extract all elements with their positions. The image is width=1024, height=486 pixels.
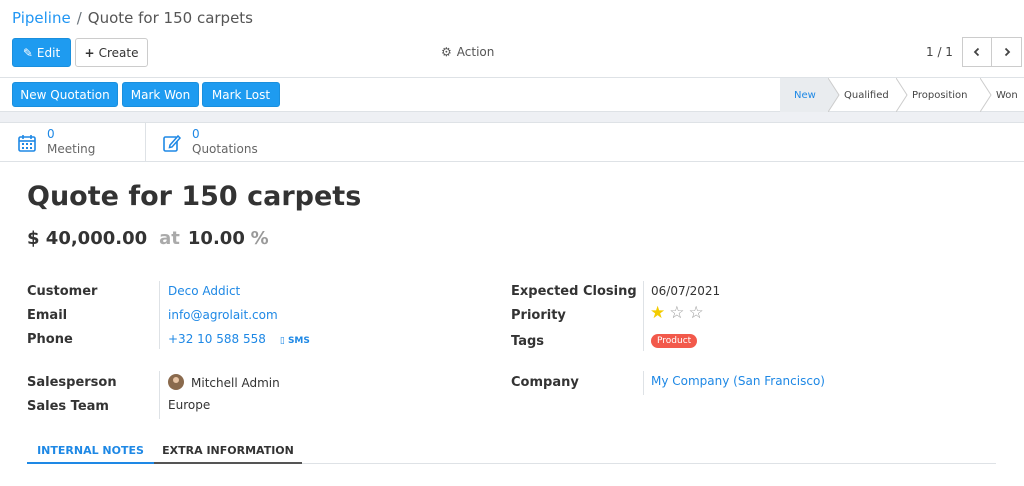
stage-proposition-label: Proposition [912,89,968,101]
customer-label: Customer [27,284,98,299]
notebook-tabs: INTERNAL NOTES EXTRA INFORMATION [27,438,996,464]
stage-qualified-label: Qualified [844,89,889,101]
pencil-icon: ✎ [22,45,33,60]
opportunity-title[interactable]: Quote for 150 carpets [27,181,361,212]
stage-new[interactable]: New [780,78,840,112]
breadcrumb: Pipeline / Quote for 150 carpets [12,9,253,27]
chevron-left-icon [973,47,980,57]
expected-revenue-value[interactable]: $ 40,000.00 [27,228,147,249]
company-label: Company [511,375,579,390]
plus-icon: + [84,45,95,60]
quotations-label: Quotations [192,141,258,156]
field-divider [643,371,644,395]
breadcrumb-pipeline-link[interactable]: Pipeline [12,9,71,27]
pager-buttons [962,37,1022,67]
salesperson-value: Mitchell Admin [191,376,280,390]
sms-button[interactable]: ▯ SMS [280,336,310,346]
action-label: Action [456,45,495,59]
expected-closing-label: Expected Closing [511,284,637,299]
meeting-count: 0 [47,126,55,141]
percent-sign: % [250,228,269,249]
form-sheet: Quote for 150 carpets $ 40,000.00 at 10.00… [0,162,1024,484]
edit-button-label: Edit [36,45,61,60]
field-divider [159,281,160,349]
star-filled-icon[interactable]: ★ [650,305,665,322]
breadcrumb-separator: / [76,9,82,27]
mobile-icon: ▯ [279,336,288,346]
sms-label: SMS [287,336,310,346]
tag-badge[interactable]: Product [651,334,698,348]
stage-arrow-icon [896,78,908,112]
probability-value[interactable]: 10.00 [188,228,245,249]
at-label: at [159,228,180,249]
pager-next-button[interactable] [992,37,1022,67]
calendar-icon [18,134,36,152]
phone-label: Phone [27,332,73,347]
quotations-count: 0 [192,126,200,141]
stage-proposition[interactable]: Proposition [896,78,992,112]
priority-label: Priority [511,308,566,323]
mark-lost-button[interactable]: Mark Lost [202,82,280,107]
form-divider-band [0,112,1024,123]
chevron-right-icon [1004,47,1010,57]
create-button-label: Create [98,45,139,60]
gear-icon: ⚙ [441,45,452,59]
create-button[interactable]: + Create [75,38,148,67]
meeting-smart-button[interactable]: 0 Meeting [0,123,146,162]
tab-extra-information[interactable]: EXTRA INFORMATION [154,438,302,464]
stage-arrow-icon [980,78,992,112]
quotations-smart-button[interactable]: 0 Quotations [146,123,292,162]
control-panel: Pipeline / Quote for 150 carpets ✎ Edit + Cr… [0,0,1024,78]
tab-internal-notes[interactable]: INTERNAL NOTES [27,438,154,464]
phone-row: +32 10 588 558 ▯ SMS [168,332,310,346]
form-statusbar: New Quotation Mark Won Mark Lost New Qua… [0,78,1024,112]
stage-new-label: New [794,89,816,101]
mark-won-button[interactable]: Mark Won [122,82,199,107]
tags-label: Tags [511,334,545,349]
expected-closing-field[interactable]: 06/07/2021 [651,284,720,298]
pager-previous-button[interactable] [962,37,992,67]
meeting-label: Meeting [47,141,96,156]
email-label: Email [27,308,68,323]
salesperson-label: Salesperson [27,375,117,390]
new-quotation-button[interactable]: New Quotation [12,82,118,107]
avatar [168,374,184,390]
customer-field[interactable]: Deco Addict [168,284,240,298]
breadcrumb-current: Quote for 150 carpets [87,9,253,27]
action-dropdown[interactable]: ⚙ Action [441,45,494,59]
salesperson-field[interactable]: Mitchell Admin [168,374,280,390]
company-field[interactable]: My Company (San Francisco) [651,374,825,388]
star-empty-icon[interactable]: ☆ [669,305,684,322]
sales-team-field[interactable]: Europe [168,398,210,412]
email-field[interactable]: info@agrolait.com [168,308,278,322]
edit-document-icon [163,134,182,152]
sales-team-label: Sales Team [27,399,109,414]
field-divider [643,281,644,351]
pager-value[interactable]: 1 / 1 [926,45,953,59]
smart-button-box: 0 Meeting 0 Quotations [0,123,1024,162]
star-empty-icon[interactable]: ☆ [689,305,704,322]
field-divider [159,371,160,419]
expected-revenue-row: $ 40,000.00 at 10.00 % [27,228,269,249]
stage-pipeline: New Qualified Proposition Won [780,78,1024,112]
stage-won-label: Won [996,89,1018,101]
stage-arrow-icon [828,78,840,112]
edit-button[interactable]: ✎ Edit [12,38,71,67]
priority-stars: ★ ☆ ☆ [650,305,704,322]
phone-field[interactable]: +32 10 588 558 [168,332,266,346]
